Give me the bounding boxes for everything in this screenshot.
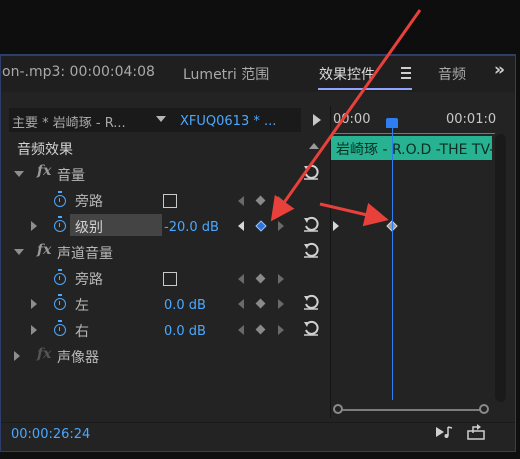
right-channel-value[interactable]: 0.0 dB xyxy=(164,324,206,339)
zoom-handle-left[interactable] xyxy=(333,404,343,414)
time-ruler[interactable] xyxy=(331,129,495,134)
reset-icon[interactable] xyxy=(303,164,319,180)
reset-icon[interactable] xyxy=(303,320,319,336)
tab-audio-clip-mixer[interactable]: on-.mp3: 00:00:04:08 xyxy=(2,64,155,80)
bypass-label: 旁路 xyxy=(75,272,103,288)
sequence-clip-label[interactable]: XFUQ0613 * ... xyxy=(180,114,276,129)
audio-effects-header: 音频效果 xyxy=(17,142,73,158)
channel-volume-expand-chevron-icon[interactable] xyxy=(14,249,24,255)
zoom-handle-right[interactable] xyxy=(479,404,489,414)
current-timecode[interactable]: 00:00:26:24 xyxy=(11,427,90,442)
next-keyframe-icon[interactable] xyxy=(278,221,284,231)
fx-icon[interactable]: fx xyxy=(37,242,51,258)
playhead-line[interactable] xyxy=(392,128,393,400)
play-audio-icon[interactable] xyxy=(434,424,454,440)
panner-label: 声像器 xyxy=(57,350,99,366)
left-channel-label: 左 xyxy=(75,298,89,314)
timeline-end-time: 00:01:0 xyxy=(446,112,497,127)
stopwatch-icon[interactable] xyxy=(54,191,66,207)
timeline-start-time: 00:00 xyxy=(333,112,371,127)
prev-keyframe-icon[interactable] xyxy=(238,221,244,231)
next-keyframe-icon[interactable] xyxy=(278,299,284,309)
next-keyframe-icon[interactable] xyxy=(278,196,284,206)
vertical-scrollbar[interactable] xyxy=(495,134,506,402)
prev-keyframe-icon[interactable] xyxy=(238,299,244,309)
stopwatch-icon[interactable] xyxy=(54,216,66,232)
master-clip-label[interactable]: 主要 * 岩崎琢 - R... xyxy=(12,112,126,131)
right-channel-label: 右 xyxy=(75,324,89,340)
panner-expand-chevron-icon[interactable] xyxy=(14,351,20,361)
prev-keyframe-icon[interactable] xyxy=(238,196,244,206)
prev-keyframe-icon[interactable] xyxy=(238,274,244,284)
level-expand-chevron-icon[interactable] xyxy=(31,221,37,231)
channel-volume-label: 声道音量 xyxy=(57,246,113,262)
stopwatch-icon[interactable] xyxy=(54,320,66,336)
tab-lumetri-scopes[interactable]: Lumetri 范围 xyxy=(183,64,269,84)
reset-icon[interactable] xyxy=(303,216,319,232)
fx-icon[interactable]: fx xyxy=(37,346,51,362)
export-icon[interactable] xyxy=(466,424,486,440)
bypass-label: 旁路 xyxy=(75,194,103,210)
panel-menu-icon[interactable] xyxy=(401,67,411,82)
tab-audio[interactable]: 音频 xyxy=(438,64,468,84)
play-only-clip-audio-icon[interactable] xyxy=(313,114,321,126)
collapse-up-icon[interactable] xyxy=(309,143,319,149)
timeline-clip-label: 岩崎琢 - R.O.D -THE TV- xyxy=(336,142,492,158)
prev-keyframe-icon[interactable] xyxy=(238,325,244,335)
left-expand-chevron-icon[interactable] xyxy=(31,299,37,309)
stopwatch-icon[interactable] xyxy=(54,294,66,310)
master-dropdown-chevron-icon[interactable] xyxy=(156,116,166,122)
footer-separator xyxy=(1,422,515,423)
volume-label: 音量 xyxy=(57,168,85,184)
reset-icon[interactable] xyxy=(303,294,319,310)
horizontal-zoom-scrollbar[interactable] xyxy=(333,403,491,417)
tab-effect-controls[interactable]: 效果控件 xyxy=(319,64,375,84)
timeline-keyframe-nav-icon[interactable] xyxy=(333,221,339,231)
more-tabs-chevron-icon[interactable]: » xyxy=(494,60,505,80)
level-value[interactable]: -20.0 dB xyxy=(164,220,219,235)
bypass-checkbox[interactable] xyxy=(163,194,177,208)
panel-divider[interactable] xyxy=(330,106,331,418)
right-expand-chevron-icon[interactable] xyxy=(31,325,37,335)
window-top-strip xyxy=(0,0,520,54)
bypass-checkbox[interactable] xyxy=(163,272,177,286)
fx-icon[interactable]: fx xyxy=(37,163,51,179)
next-keyframe-icon[interactable] xyxy=(278,274,284,284)
level-label: 级别 xyxy=(75,220,103,236)
stopwatch-icon[interactable] xyxy=(54,269,66,285)
reset-icon[interactable] xyxy=(303,242,319,258)
active-tab-underline xyxy=(318,88,412,90)
left-channel-value[interactable]: 0.0 dB xyxy=(164,298,206,313)
next-keyframe-icon[interactable] xyxy=(278,325,284,335)
volume-expand-chevron-icon[interactable] xyxy=(14,171,24,177)
playhead-handle[interactable] xyxy=(386,118,398,128)
